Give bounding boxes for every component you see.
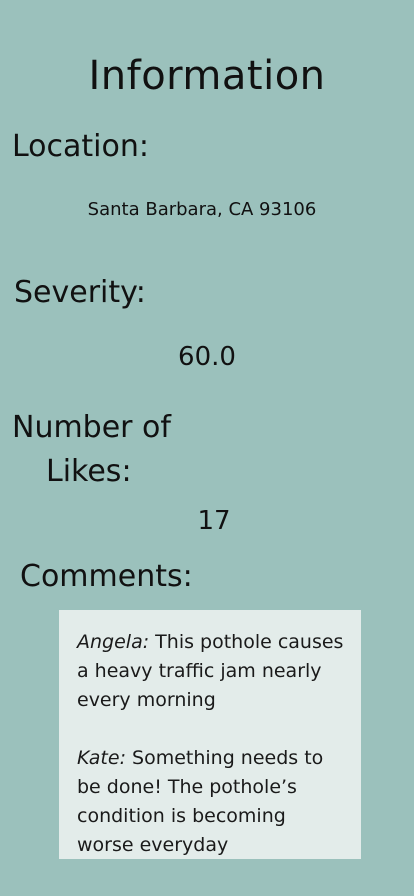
page-title: Information <box>88 53 326 99</box>
comment-author: Kate: <box>77 747 126 769</box>
location-label: Location: <box>12 129 149 164</box>
comment-item: Angela: This pothole causes a heavy traf… <box>77 628 345 715</box>
comments-label: Comments: <box>20 559 193 594</box>
comments-box[interactable]: Angela: This pothole causes a heavy traf… <box>59 610 361 859</box>
severity-value: 60.0 <box>178 342 236 372</box>
comment-author: Angela: <box>77 631 150 653</box>
severity-label: Severity: <box>14 275 146 310</box>
likes-label-line-1: Number of <box>12 410 171 445</box>
likes-label-line-2: Likes: <box>46 454 132 489</box>
likes-value: 17 <box>197 506 231 536</box>
comment-item: Kate: Something needs to be done! The po… <box>77 744 345 860</box>
likes-label: Number of Likes: <box>12 406 172 494</box>
location-value: Santa Barbara, CA 93106 <box>87 199 317 220</box>
